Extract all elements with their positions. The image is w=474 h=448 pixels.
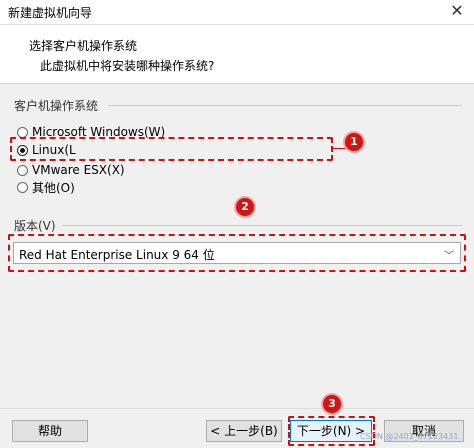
annotation-badge-2: 2 bbox=[236, 198, 254, 216]
chevron-down-icon[interactable]: ﹀ bbox=[444, 247, 454, 262]
back-button[interactable]: < 上一步(B) bbox=[206, 420, 282, 442]
radio-vmware-esx[interactable]: VMware ESX(X) bbox=[17, 162, 125, 178]
footer-divider bbox=[0, 408, 474, 409]
radio-esx-label: VMware ESX(X) bbox=[32, 163, 125, 177]
close-icon[interactable]: ✕ bbox=[446, 1, 468, 21]
page-title: 选择客户机操作系统 bbox=[29, 39, 138, 53]
watermark-text: CSDN @2401_87123431 bbox=[360, 432, 459, 441]
highlight-box-next bbox=[288, 416, 375, 446]
version-select-value: Red Hat Enterprise Linux 9 64 位 bbox=[19, 248, 215, 262]
title-bar: 新建虚拟机向导 ✕ bbox=[0, 0, 474, 25]
wizard-header: 选择客户机操作系统 此虚拟机中将安装哪种操作系统? bbox=[0, 25, 474, 84]
os-group-label: 客户机操作系统 bbox=[14, 99, 99, 113]
annotation-leader-1 bbox=[333, 148, 345, 149]
radio-other-label: 其他(O) bbox=[32, 180, 75, 195]
os-group-divider bbox=[108, 105, 462, 106]
annotation-badge-1: 1 bbox=[345, 133, 363, 151]
highlight-box-linux bbox=[10, 137, 333, 161]
version-group-divider bbox=[62, 225, 462, 226]
version-group-label: 版本(V) bbox=[14, 219, 56, 233]
help-button[interactable]: 帮助 bbox=[12, 420, 88, 442]
version-select[interactable]: Red Hat Enterprise Linux 9 64 位 ﹀ bbox=[13, 242, 461, 264]
radio-other[interactable]: 其他(O) bbox=[17, 179, 75, 195]
radio-circle[interactable] bbox=[17, 126, 28, 138]
radio-circle[interactable] bbox=[17, 164, 28, 176]
page-subtitle: 此虚拟机中将安装哪种操作系统? bbox=[40, 59, 215, 73]
annotation-badge-3: 3 bbox=[323, 395, 341, 413]
window-title: 新建虚拟机向导 bbox=[8, 6, 93, 20]
radio-circle[interactable] bbox=[17, 181, 28, 193]
